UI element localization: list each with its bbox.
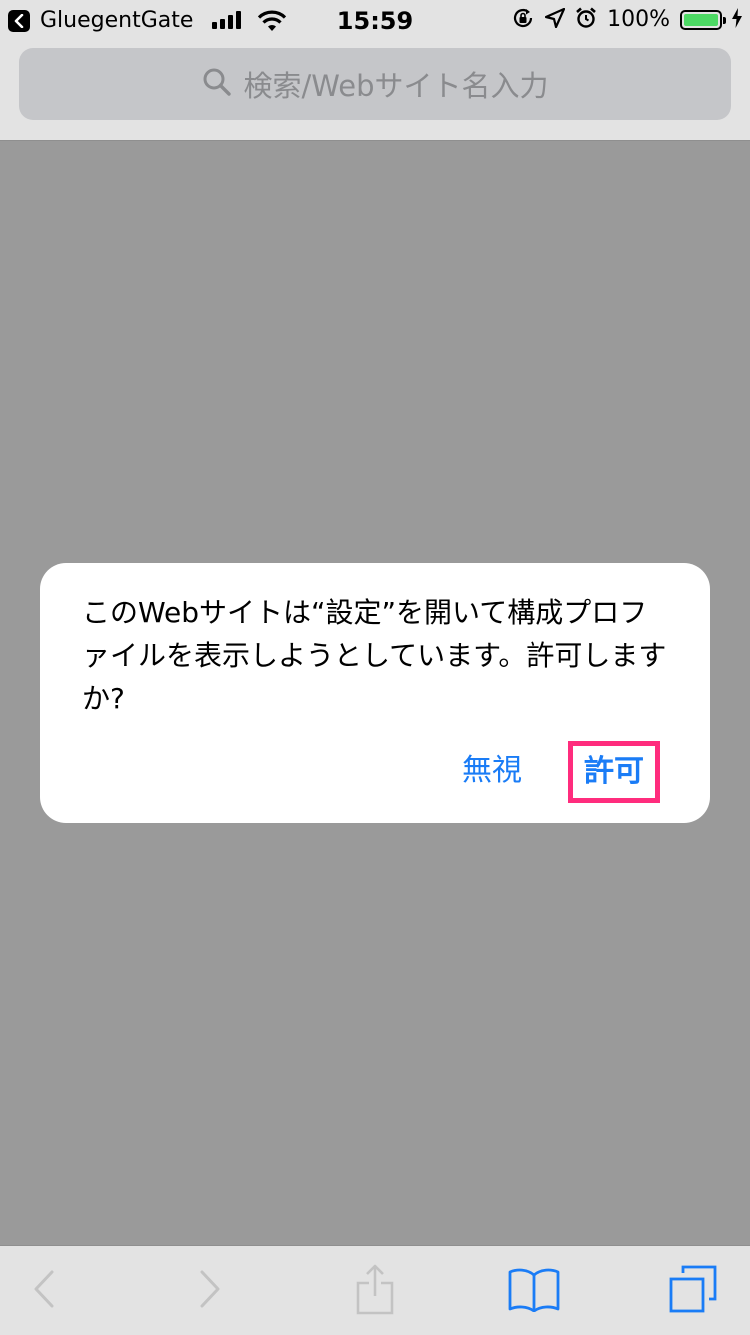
ignore-button[interactable]: 無視 bbox=[462, 751, 522, 791]
back-icon bbox=[32, 1269, 56, 1312]
battery-level-fill bbox=[684, 14, 718, 26]
browser-header: GluegentGate 15:59 100% 検索/Webサイト名入力 bbox=[0, 0, 750, 141]
bottom-toolbar bbox=[0, 1245, 750, 1335]
allow-button[interactable]: 許可 bbox=[568, 741, 660, 803]
battery-percent: 100% bbox=[607, 7, 670, 32]
alert-message: このWebサイトは“設定”を開いて構成プロファイルを表示しようとしています。許可… bbox=[82, 596, 667, 715]
charging-bolt-icon bbox=[732, 8, 742, 32]
bookmarks-button[interactable] bbox=[500, 1246, 568, 1335]
status-bar: GluegentGate 15:59 100% bbox=[0, 0, 750, 40]
forward-icon bbox=[198, 1269, 222, 1312]
tabs-button[interactable] bbox=[660, 1246, 726, 1335]
location-arrow-icon bbox=[544, 7, 566, 32]
back-button[interactable] bbox=[16, 1246, 72, 1335]
forward-button[interactable] bbox=[182, 1246, 238, 1335]
rotation-lock-icon bbox=[511, 6, 535, 34]
search-address-bar[interactable]: 検索/Webサイト名入力 bbox=[19, 48, 731, 120]
status-right-group: 100% bbox=[511, 7, 742, 33]
share-icon bbox=[355, 1263, 395, 1318]
share-button[interactable] bbox=[344, 1246, 406, 1335]
bookmarks-icon bbox=[507, 1266, 561, 1315]
alarm-icon bbox=[575, 7, 597, 33]
battery-icon bbox=[680, 10, 726, 30]
tabs-icon bbox=[667, 1263, 719, 1318]
search-placeholder: 検索/Webサイト名入力 bbox=[243, 69, 549, 103]
search-icon bbox=[202, 67, 232, 101]
alert-dialog: このWebサイトは“設定”を開いて構成プロファイルを表示しようとしています。許可… bbox=[40, 563, 710, 823]
